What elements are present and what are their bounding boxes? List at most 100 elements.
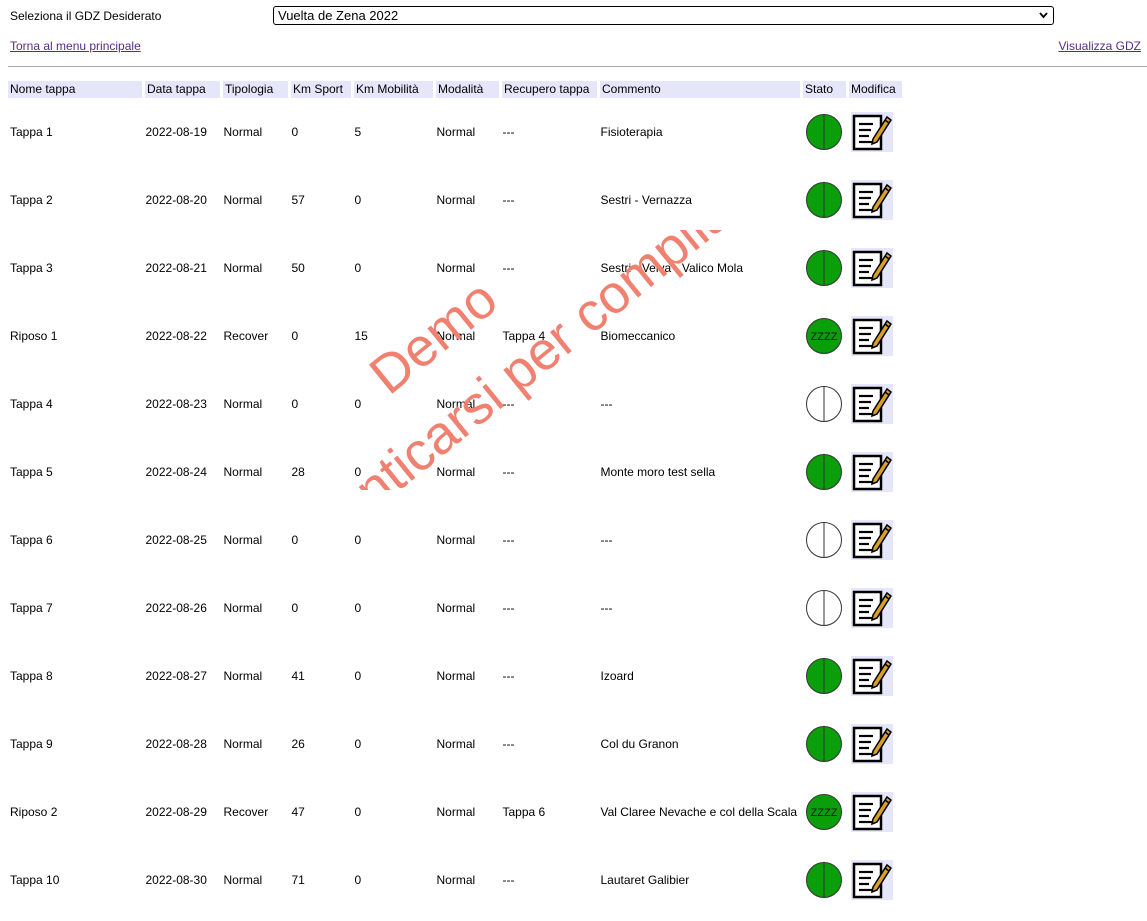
table-row: Tappa 7 2022-08-26 Normal 0 0 Normal --- --- bbox=[8, 574, 902, 642]
recovery-stage: --- bbox=[502, 873, 515, 887]
km-sport: 57 bbox=[291, 193, 305, 207]
col-header-commento: Commento bbox=[598, 81, 803, 98]
stage-date: 2022-08-30 bbox=[145, 873, 207, 887]
km-mobility: 0 bbox=[354, 261, 362, 275]
edit-cell[interactable] bbox=[848, 642, 903, 710]
stage-type: Normal bbox=[223, 465, 263, 479]
stage-date: 2022-08-19 bbox=[145, 125, 207, 139]
recovery-stage: --- bbox=[502, 669, 515, 683]
recovery-stage: Tappa 4 bbox=[502, 329, 546, 343]
stage-name: Tappa 10 bbox=[10, 873, 60, 887]
recovery-stage: --- bbox=[502, 397, 515, 411]
status-cell bbox=[802, 234, 848, 302]
stage-comment: --- bbox=[600, 533, 613, 547]
stage-date: 2022-08-27 bbox=[145, 669, 207, 683]
table-row: Tappa 6 2022-08-25 Normal 0 0 Normal --- --- bbox=[8, 506, 902, 574]
edit-icon[interactable] bbox=[850, 860, 893, 900]
edit-cell[interactable] bbox=[848, 302, 903, 370]
edit-icon[interactable] bbox=[850, 656, 893, 696]
stage-mode: Normal bbox=[436, 601, 476, 615]
stage-date: 2022-08-26 bbox=[145, 601, 207, 615]
edit-cell[interactable] bbox=[848, 846, 903, 914]
edit-icon[interactable] bbox=[850, 520, 893, 560]
stage-type: Recover bbox=[223, 329, 269, 343]
edit-icon[interactable] bbox=[850, 248, 893, 288]
km-sport: 41 bbox=[291, 669, 305, 683]
edit-icon[interactable] bbox=[850, 588, 893, 628]
edit-icon[interactable] bbox=[850, 724, 893, 764]
stage-mode: Normal bbox=[436, 329, 476, 343]
status-cell bbox=[802, 370, 848, 438]
recovery-stage: Tappa 6 bbox=[502, 805, 546, 819]
stage-name: Tappa 8 bbox=[10, 669, 53, 683]
edit-cell[interactable] bbox=[848, 370, 903, 438]
km-mobility: 0 bbox=[354, 669, 362, 683]
gdz-select-label: Seleziona il GDZ Desiderato bbox=[10, 9, 162, 23]
edit-icon[interactable] bbox=[850, 792, 893, 832]
stage-type: Normal bbox=[223, 125, 263, 139]
edit-icon[interactable] bbox=[850, 452, 893, 492]
table-row: Tappa 10 2022-08-30 Normal 71 0 Normal --- Laut… bbox=[8, 846, 902, 914]
km-mobility: 0 bbox=[354, 873, 362, 887]
edit-cell[interactable] bbox=[848, 166, 903, 234]
back-to-main-menu-link[interactable]: Torna al menu principale bbox=[10, 39, 141, 53]
gdz-select[interactable]: Vuelta de Zena 2022 bbox=[273, 6, 1054, 25]
green-split-circle-icon bbox=[805, 250, 842, 286]
km-mobility: 15 bbox=[354, 329, 368, 343]
status-cell: ZZZZ bbox=[802, 302, 848, 370]
col-header-modalita: Modalità bbox=[434, 81, 502, 98]
stage-comment: Biomeccanico bbox=[600, 329, 676, 343]
divider bbox=[8, 66, 1147, 67]
stage-name: Tappa 5 bbox=[10, 465, 53, 479]
status-cell bbox=[802, 846, 848, 914]
stage-comment: Val Claree Nevache e col della Scala bbox=[600, 805, 798, 819]
edit-cell[interactable] bbox=[848, 234, 903, 302]
km-sport: 0 bbox=[291, 125, 299, 139]
stage-type: Normal bbox=[223, 397, 263, 411]
table-row: Riposo 2 2022-08-29 Recover 47 0 Normal Tappa … bbox=[8, 778, 902, 846]
stages-table: Nome tappa Data tappa Tipologia Km Sport… bbox=[8, 81, 902, 914]
empty-split-circle-icon bbox=[805, 590, 842, 626]
edit-cell[interactable] bbox=[848, 778, 903, 846]
table-header-row: Nome tappa Data tappa Tipologia Km Sport… bbox=[8, 81, 902, 98]
status-cell bbox=[802, 642, 848, 710]
km-sport: 0 bbox=[291, 601, 299, 615]
edit-cell[interactable] bbox=[848, 710, 903, 778]
edit-icon[interactable] bbox=[850, 316, 893, 356]
km-sport: 28 bbox=[291, 465, 305, 479]
stage-comment: Sestri - Vernazza bbox=[600, 193, 692, 207]
km-mobility: 0 bbox=[354, 397, 362, 411]
km-mobility: 0 bbox=[354, 737, 362, 751]
col-header-nome: Nome tappa bbox=[8, 81, 145, 98]
km-sport: 0 bbox=[291, 329, 299, 343]
stage-comment: Fisioterapia bbox=[600, 125, 663, 139]
stage-mode: Normal bbox=[436, 533, 476, 547]
table-row: Tappa 8 2022-08-27 Normal 41 0 Normal --- Izoar… bbox=[8, 642, 902, 710]
empty-split-circle-icon bbox=[805, 386, 842, 422]
edit-icon[interactable] bbox=[850, 112, 893, 152]
km-sport: 26 bbox=[291, 737, 305, 751]
stage-type: Normal bbox=[223, 669, 263, 683]
gdz-select-value: Vuelta de Zena 2022 bbox=[278, 8, 399, 23]
status-cell bbox=[802, 574, 848, 642]
edit-cell[interactable] bbox=[848, 574, 903, 642]
status-cell bbox=[802, 98, 848, 166]
recovery-stage: --- bbox=[502, 193, 515, 207]
stage-name: Riposo 1 bbox=[10, 329, 58, 343]
edit-cell[interactable] bbox=[848, 98, 903, 166]
edit-cell[interactable] bbox=[848, 438, 903, 506]
stage-name: Tappa 6 bbox=[10, 533, 53, 547]
edit-icon[interactable] bbox=[850, 384, 893, 424]
stage-name: Tappa 7 bbox=[10, 601, 53, 615]
status-cell bbox=[802, 506, 848, 574]
stage-name: Tappa 4 bbox=[10, 397, 53, 411]
km-mobility: 0 bbox=[354, 465, 362, 479]
chevron-down-icon bbox=[1039, 12, 1048, 19]
stage-date: 2022-08-29 bbox=[145, 805, 207, 819]
stage-date: 2022-08-20 bbox=[145, 193, 207, 207]
stage-comment: Izoard bbox=[600, 669, 634, 683]
view-gdz-link[interactable]: Visualizza GDZ bbox=[1059, 39, 1141, 53]
edit-cell[interactable] bbox=[848, 506, 903, 574]
edit-icon[interactable] bbox=[850, 180, 893, 220]
col-header-km-sport: Km Sport bbox=[289, 81, 354, 98]
